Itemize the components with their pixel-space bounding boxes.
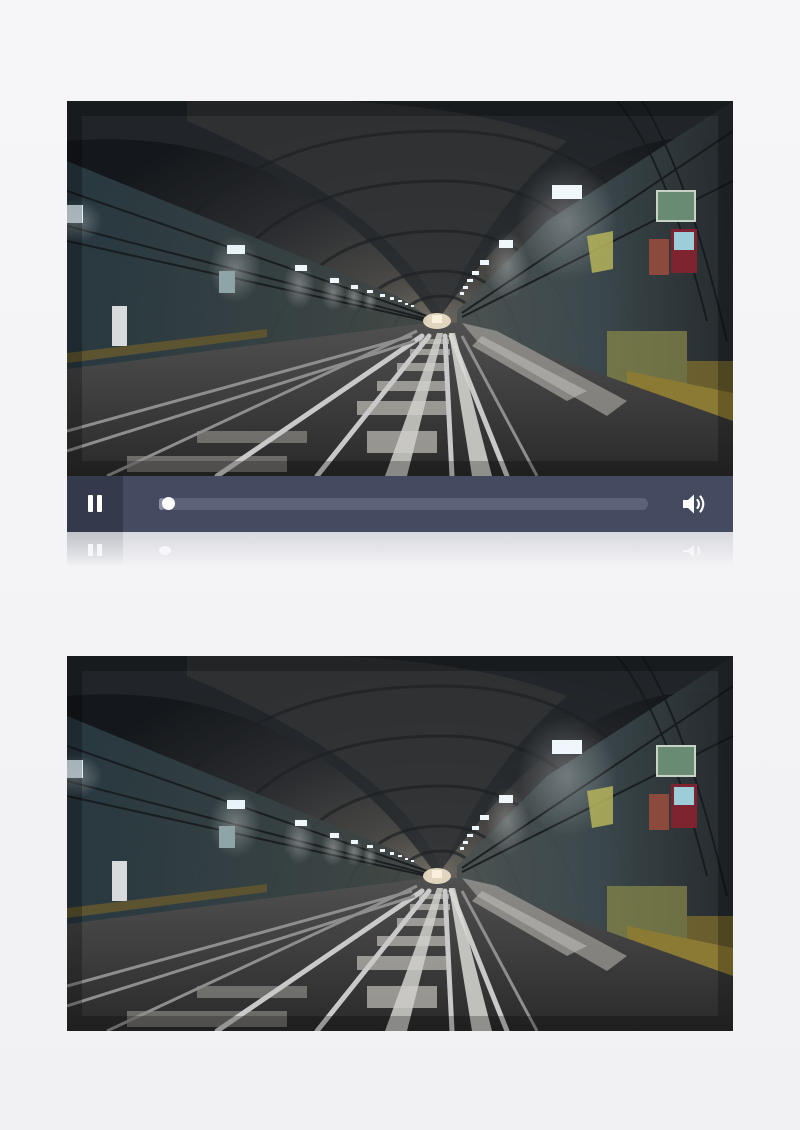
control-bar xyxy=(67,476,733,532)
speaker-icon xyxy=(683,494,705,514)
page xyxy=(0,0,800,1130)
progress-bar[interactable] xyxy=(159,497,648,510)
video-frame[interactable] xyxy=(67,101,733,476)
pause-button[interactable] xyxy=(67,476,123,532)
volume-button[interactable] xyxy=(681,491,709,517)
video-still xyxy=(67,656,733,1031)
video-player xyxy=(67,101,733,566)
progress-knob[interactable] xyxy=(161,497,175,510)
video-frame-still xyxy=(67,656,733,1031)
control-bar-reflection xyxy=(67,532,733,566)
